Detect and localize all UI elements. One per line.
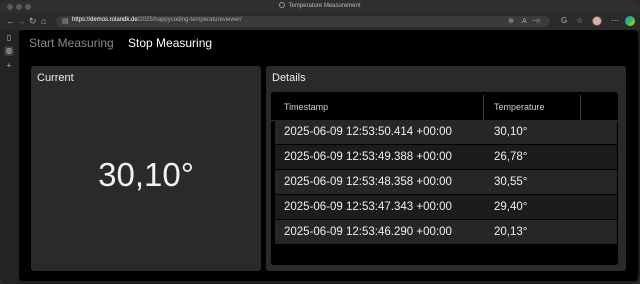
table-row[interactable]: 2025-06-09 12:53:49.388 +00:00 26,78°	[275, 145, 617, 169]
measurements-table: Timestamp Temperature 2025-06-09 12:53:5…	[271, 92, 618, 265]
reload-icon[interactable]: ↻	[29, 15, 37, 28]
cell-timestamp: 2025-06-09 12:53:46.290 +00:00	[284, 226, 452, 238]
table-row[interactable]: 2025-06-09 12:53:46.290 +00:00 20,13°	[275, 220, 617, 244]
current-title: Current	[37, 72, 74, 84]
window-title: Temperature Measurement	[0, 2, 640, 9]
current-temperature-value: 30,10°	[98, 156, 194, 193]
details-card: Details Timestamp Temperature 2025-06-09…	[266, 66, 626, 271]
cell-temperature: 26,78°	[494, 151, 528, 163]
title-bar: Temperature Measurement	[0, 0, 640, 13]
web-content: Start Measuring Stop Measuring Current 3…	[19, 30, 638, 281]
table-row[interactable]: 2025-06-09 12:53:50.414 +00:00 30,10°	[275, 120, 617, 144]
column-header-timestamp[interactable]: Timestamp	[284, 102, 328, 112]
more-options-icon[interactable]: ⋯	[532, 16, 540, 26]
read-aloud-icon[interactable]: A	[522, 18, 527, 25]
stop-measuring-button[interactable]: Stop Measuring	[128, 36, 212, 50]
browser-sidebar: ▯ ◍ +	[0, 30, 18, 284]
tab-globe-icon[interactable]: ◍	[4, 46, 14, 56]
cell-timestamp: 2025-06-09 12:53:49.388 +00:00	[284, 151, 452, 163]
browser-more-icon[interactable]: ⋯	[611, 16, 619, 26]
url-text: https://demos.rolandk.de/2025/happycodin…	[72, 17, 242, 23]
cell-temperature: 30,55°	[494, 176, 528, 188]
details-title: Details	[272, 72, 306, 84]
column-divider	[483, 95, 484, 120]
cell-temperature: 20,13°	[494, 226, 528, 238]
column-divider	[580, 95, 581, 120]
new-tab-plus-icon[interactable]: +	[4, 61, 14, 71]
navigation-bar: ← → ↻ ⌂ ▤ https://demos.rolandk.de/2025/…	[0, 13, 640, 30]
profile-avatar[interactable]	[592, 16, 602, 26]
cell-temperature: 29,40°	[494, 201, 528, 213]
table-row[interactable]: 2025-06-09 12:53:47.343 +00:00 29,40°	[275, 195, 617, 219]
current-card: Current 30,10°	[31, 66, 261, 271]
url-path: /2025/happycoding-temperatureviewer/	[137, 17, 242, 23]
forward-arrow-icon[interactable]: →	[17, 15, 26, 28]
back-arrow-icon[interactable]: ←	[6, 15, 15, 28]
globe-icon	[279, 2, 286, 8]
home-icon[interactable]: ⌂	[41, 15, 46, 28]
copilot-icon[interactable]	[625, 16, 635, 26]
address-bar[interactable]: ▤ https://demos.rolandk.de/2025/happycod…	[56, 16, 550, 27]
sidebar-toggle-icon[interactable]: ▯	[4, 33, 14, 43]
zoom-icon[interactable]: ⊕	[508, 18, 514, 25]
table-row[interactable]: 2025-06-09 12:53:48.358 +00:00 30,55°	[275, 170, 617, 194]
start-measuring-button[interactable]: Start Measuring	[29, 36, 114, 50]
url-host: https://demos.rolandk.de	[72, 17, 138, 23]
favorites-icon[interactable]: ☆	[576, 16, 583, 26]
site-info-icon[interactable]: ▤	[62, 18, 69, 25]
cell-timestamp: 2025-06-09 12:53:48.358 +00:00	[284, 176, 452, 188]
cell-temperature: 30,10°	[494, 126, 528, 138]
browser-window: Temperature Measurement ← → ↻ ⌂ ▤ https:…	[0, 0, 640, 284]
cell-timestamp: 2025-06-09 12:53:50.414 +00:00	[284, 126, 452, 138]
extension-icon[interactable]: G	[561, 16, 567, 26]
cell-timestamp: 2025-06-09 12:53:47.343 +00:00	[284, 201, 452, 213]
column-header-temperature[interactable]: Temperature	[494, 102, 545, 112]
